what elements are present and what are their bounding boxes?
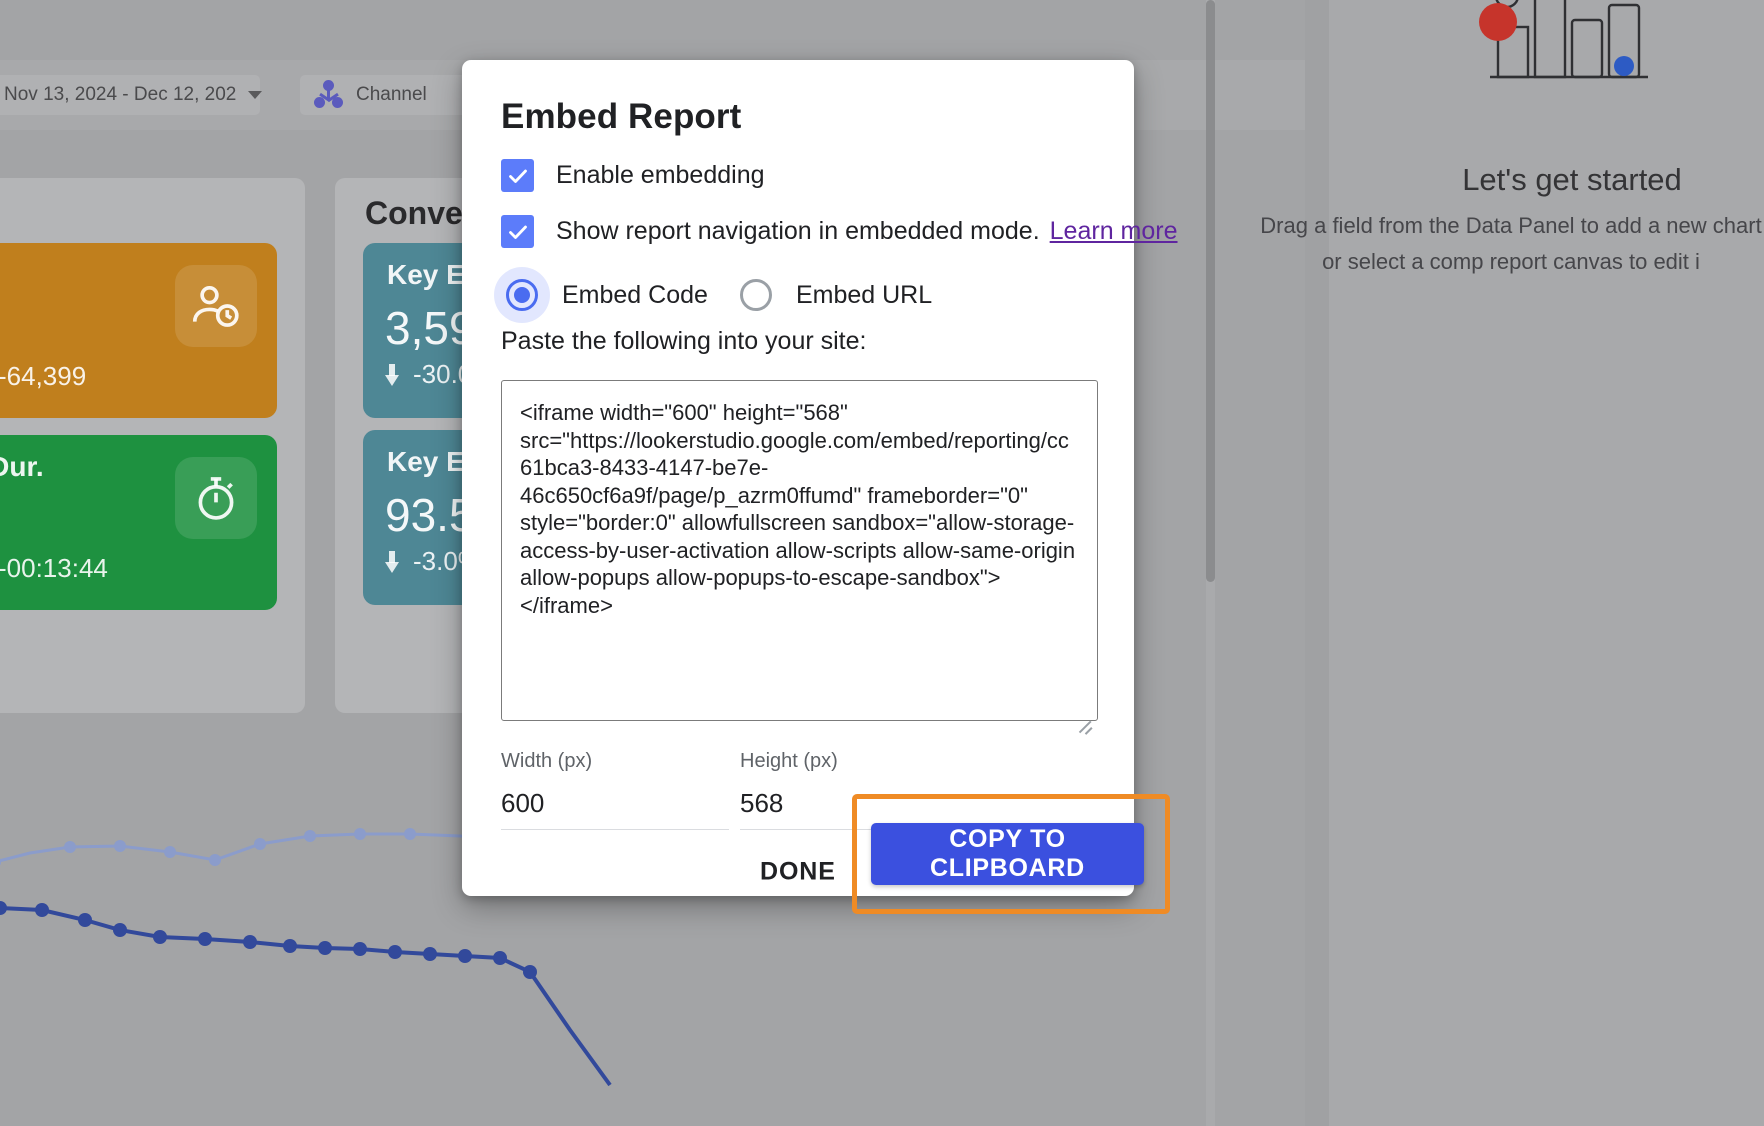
done-button[interactable]: DONE [742, 846, 854, 899]
chevron-down-icon [248, 91, 263, 99]
canvas-scrollbar-thumb[interactable] [1206, 0, 1215, 582]
radio-selected-icon [506, 279, 538, 311]
arrow-down-icon [385, 363, 399, 386]
show-navigation-label: Show report navigation in embedded mode. [556, 217, 1040, 245]
scorecard-delta: -64,399 [0, 361, 86, 392]
scorecard-sessions[interactable]: sions ,621 % -64,399 [0, 243, 277, 418]
radio-unselected-icon [739, 279, 772, 311]
scorecard-delta-value: -64,399 [0, 361, 87, 391]
height-field: Height (px) 568 [740, 750, 968, 830]
stopwatch-icon [175, 457, 257, 539]
date-range-label: Nov 13, 2024 - Dec 12, 202 [4, 84, 237, 105]
enable-embedding-row[interactable]: Enable embedding [501, 159, 765, 192]
width-field-label: Width (px) [501, 750, 593, 772]
height-field-label: Height (px) [740, 750, 838, 772]
embed-code-textarea[interactable]: <iframe width="600" height="568" src="ht… [501, 380, 1098, 721]
channel-network-icon [314, 80, 344, 110]
scorecard-session-duration[interactable]: Session Dur. 27:18 % -00:13:44 [0, 435, 277, 610]
embed-url-radio-halo [728, 267, 784, 323]
embed-url-radio-option[interactable]: Embed URL [728, 267, 932, 323]
scorecard-delta-value: -00:13:44 [0, 553, 108, 583]
embed-report-dialog: Embed Report Enable embedding Show repor… [462, 60, 1178, 914]
width-input[interactable]: 600 [501, 788, 729, 830]
width-field: Width (px) 600 [501, 750, 729, 830]
embed-url-radio-label: Embed URL [795, 280, 933, 309]
show-navigation-row[interactable]: Show report navigation in embedded mode.… [501, 215, 1178, 248]
enable-embedding-checkbox[interactable] [501, 159, 534, 192]
person-clock-icon [175, 265, 257, 347]
embed-mode-radio-group: Embed Code Embed URL [494, 267, 932, 323]
channel-label: Channel [356, 84, 427, 105]
checkmark-icon [508, 225, 527, 239]
embed-code-radio-option[interactable]: Embed Code [494, 267, 708, 323]
show-navigation-checkbox[interactable] [501, 215, 534, 248]
checkmark-icon [508, 169, 527, 183]
screen-root: Nov 13, 2024 - Dec 12, 202 Channel Conve… [0, 0, 1764, 1126]
embed-code-radio-label: Embed Code [562, 280, 708, 309]
arrow-down-icon [385, 550, 399, 573]
scorecard-title: Session Dur. [0, 451, 44, 482]
paste-instruction-label: Paste the following into your site: [501, 327, 867, 355]
date-range-chip[interactable]: Nov 13, 2024 - Dec 12, 202 [0, 75, 263, 115]
empty-state-illustration [1479, 0, 1648, 79]
copy-to-clipboard-button[interactable]: COPY TO CLIPBOARD [871, 823, 1144, 885]
scorecard-delta: -00:13:44 [0, 553, 108, 584]
learn-more-link[interactable]: Learn more [1050, 217, 1178, 246]
empty-state-title: Let's get started [1462, 162, 1682, 197]
dialog-title: Embed Report [501, 97, 742, 136]
embed-code-radio-halo [494, 267, 550, 323]
empty-state-body: Drag a field from the Data Panel to add … [1260, 213, 1762, 274]
enable-embedding-label: Enable embedding [556, 161, 765, 189]
